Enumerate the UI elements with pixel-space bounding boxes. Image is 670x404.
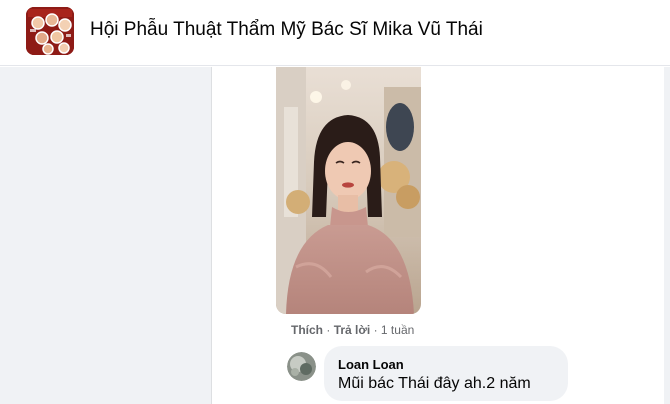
comment-timestamp[interactable]: 1 tuần (381, 323, 414, 337)
reply-text: Mũi bác Thái đây ah.2 năm (338, 375, 531, 392)
group-collage-avatar-icon (26, 7, 74, 55)
separator: · (326, 323, 334, 337)
left-sidebar-panel (0, 67, 212, 404)
comment-actions: Thích · Trả lời · 1 tuần (291, 322, 414, 338)
reply-bubble: Loan Loan Mũi bác Thái đây ah.2 năm (324, 346, 568, 401)
avatar-icon (287, 352, 316, 381)
like-link[interactable]: Thích (291, 323, 323, 337)
reply-author-name[interactable]: Loan Loan (338, 357, 404, 373)
group-header: Hội Phẫu Thuật Thẩm Mỹ Bác Sĩ Mika Vũ Th… (0, 0, 670, 66)
facebook-group-comment-view: Hội Phẫu Thuật Thẩm Mỹ Bác Sĩ Mika Vũ Th… (0, 0, 670, 404)
right-edge-panel (664, 67, 670, 404)
separator: · (373, 323, 381, 337)
comment-photo[interactable] (276, 67, 421, 314)
reply-link[interactable]: Trả lời (334, 323, 371, 337)
reply-author-avatar[interactable] (287, 352, 316, 381)
group-title[interactable]: Hội Phẫu Thuật Thẩm Mỹ Bác Sĩ Mika Vũ Th… (90, 18, 483, 42)
portrait-photo-icon (276, 67, 421, 314)
group-avatar-icon[interactable] (26, 7, 74, 55)
divider (211, 67, 212, 404)
